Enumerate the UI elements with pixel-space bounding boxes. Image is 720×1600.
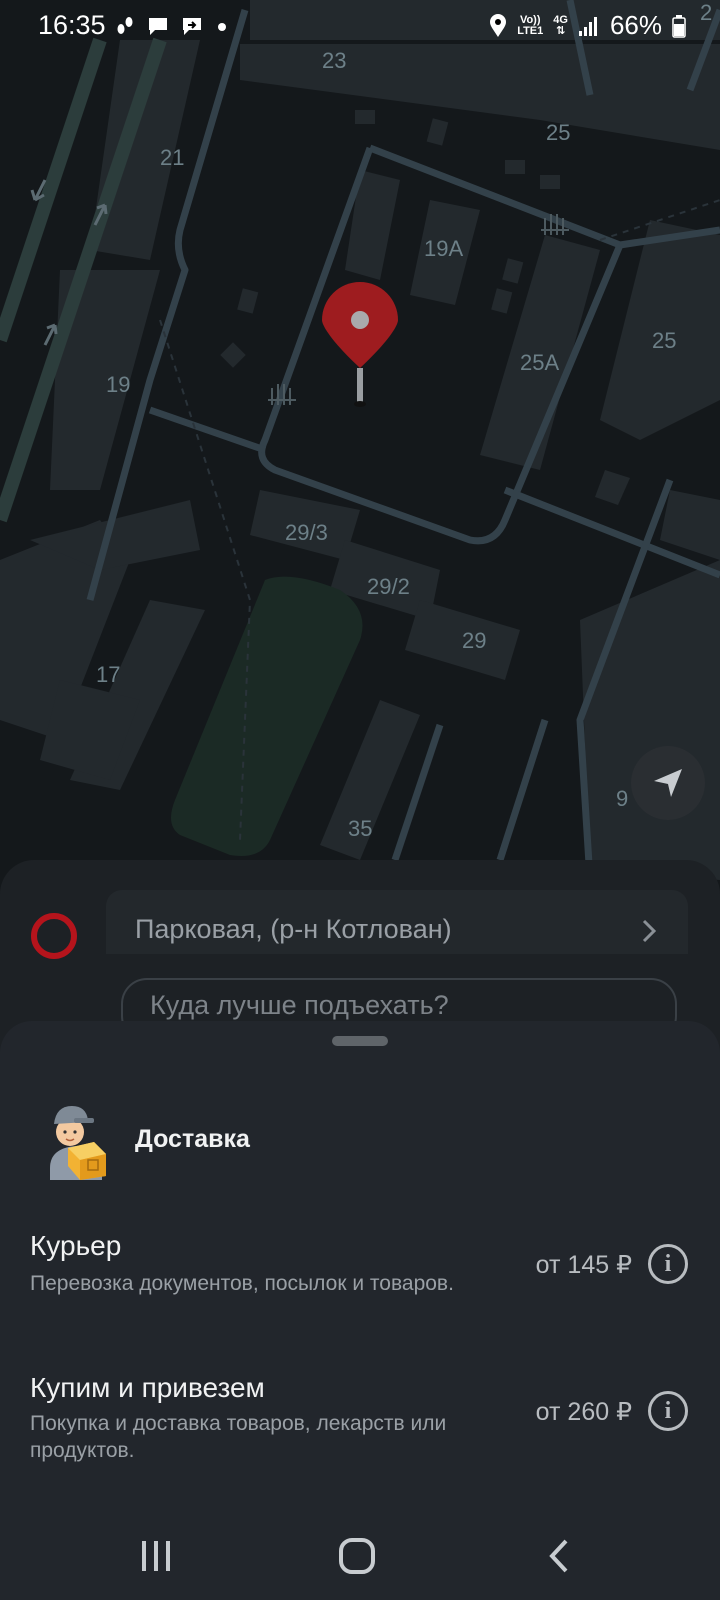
map-label: 19 [106,372,131,397]
map-label: 25 [546,120,571,145]
home-icon [339,1538,375,1574]
option-description: Перевозка документов, посылок и товаров. [30,1272,454,1295]
option-title: Курьер [30,1230,122,1261]
battery-icon [672,14,686,38]
dot-icon [218,23,226,31]
delivery-courier-icon [50,1106,106,1180]
option-title: Купим и привезем [30,1372,265,1403]
from-address-text: Парковая, (р-н Котлован) [135,914,452,944]
map-label: 9 [616,786,629,811]
category-title: Доставка [135,1125,250,1153]
info-button[interactable]: i [648,1244,688,1284]
chevron-right-icon [642,919,657,943]
map-label: 17 [96,662,121,687]
recent-apps-icon [142,1541,170,1571]
option-price: от 260 ₽ [535,1398,632,1426]
info-icon: i [664,1250,672,1277]
notification-icons [115,14,229,38]
home-button[interactable] [327,1534,387,1578]
my-location-button[interactable] [631,746,705,820]
map-label: 29/3 [285,520,328,545]
message-icon [149,18,167,35]
location-pin-icon [322,282,398,407]
tariff-option-courier[interactable]: Курьер Перевозка документов, посылок и т… [0,1200,720,1310]
info-button[interactable]: i [648,1391,688,1431]
navigation-arrow-icon [654,769,682,797]
signal-icon [578,16,597,36]
system-status: Vo)) LTE1 4G ⇅ 66% [489,10,686,41]
back-button[interactable] [529,1534,589,1578]
option-price: от 145 ₽ [535,1251,632,1279]
origin-point-icon [31,913,77,959]
forward-message-icon [183,18,201,35]
map-label: 29/2 [367,574,410,599]
back-icon [549,1539,568,1573]
map-label: 25 [652,328,677,353]
map-label: 21 [160,145,185,170]
recent-apps-button[interactable] [126,1534,186,1578]
network-type-indicator: 4G ⇅ [553,13,568,37]
status-time: 16:35 [38,10,106,40]
location-icon [490,13,507,37]
status-bar: 16:35 Vo)) LTE1 4G ⇅ 66% [0,0,720,52]
option-description: Покупка и доставка товаров, лекарств или… [30,1412,447,1462]
map-label: 35 [348,816,373,841]
map-label: 19А [424,236,464,261]
pickup-hint-placeholder: Куда лучше подъехать? [150,990,449,1020]
sheet-drag-handle[interactable] [332,1036,388,1046]
battery-percentage: 66% [609,10,662,40]
steps-icon [117,17,133,34]
volte-indicator: Vo)) LTE1 [517,13,544,37]
info-icon: i [664,1397,672,1424]
map-label: 25А [520,350,560,375]
map-label: 29 [462,628,487,653]
tariff-option-buy-and-deliver[interactable]: Купим и привезем Покупка и доставка това… [0,1340,720,1470]
